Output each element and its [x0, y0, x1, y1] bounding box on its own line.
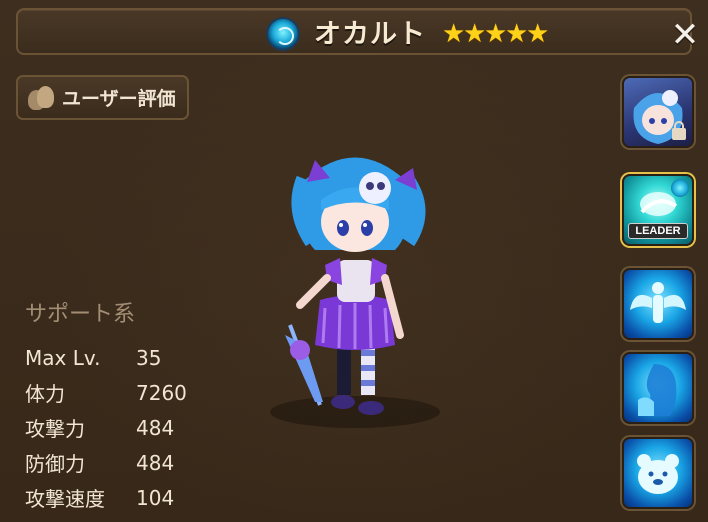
silhouette-icon: [638, 364, 677, 416]
stat-value: 104: [136, 485, 175, 510]
monster-character-image: [245, 140, 465, 440]
winged-figure-icon: [630, 282, 686, 323]
star-icon: ★: [505, 19, 529, 49]
star-icon: ★: [526, 19, 550, 49]
stat-row: 防御力 484: [25, 445, 187, 480]
skill-3-button[interactable]: [622, 437, 694, 509]
stat-row: 体力 7260: [25, 375, 187, 410]
stat-name: 防御力: [25, 452, 85, 476]
monster-type: サポート系: [25, 302, 136, 327]
stat-row: 攻撃速度 104: [25, 480, 187, 515]
users-icon: [28, 85, 54, 110]
user-rating-button[interactable]: ユーザー評価: [16, 75, 189, 120]
bear-face-icon: [637, 454, 679, 494]
close-button[interactable]: ✕: [668, 18, 702, 53]
lock-icon: [672, 121, 686, 140]
stat-name: 体力: [25, 382, 65, 406]
stat-row: Max Lv. 35: [25, 340, 187, 375]
star-rating: ★ ★ ★ ★ ★: [442, 19, 550, 52]
monster-name: オカルト: [314, 19, 426, 50]
stat-value: 35: [136, 345, 162, 370]
awakened-portrait-button[interactable]: [622, 76, 694, 148]
star-icon: ★: [442, 19, 466, 49]
stat-name: 攻撃速度: [25, 487, 105, 511]
leader-skill-button[interactable]: LEADER: [622, 174, 694, 246]
stat-row: 攻撃力 484: [25, 410, 187, 445]
skill-2-button[interactable]: [622, 352, 694, 424]
stat-value: 7260: [136, 380, 187, 405]
element-swirl-icon: [268, 19, 298, 49]
stat-value: 484: [136, 415, 175, 440]
stat-value: 484: [136, 450, 175, 475]
dark-swirl-icon: [671, 179, 689, 197]
stat-name: Max Lv.: [25, 345, 101, 370]
star-icon: ★: [484, 19, 508, 49]
star-icon: ★: [463, 19, 487, 49]
skill-1-button[interactable]: [622, 268, 694, 340]
stat-name: 攻撃力: [25, 417, 85, 441]
stats-panel: サポート系 Max Lv. 35 体力 7260 攻撃力 484 防御力 484…: [25, 296, 187, 515]
user-rating-label: ユーザー評価: [62, 88, 176, 110]
header-bar: オカルト ★ ★ ★ ★ ★ ✕: [16, 8, 699, 55]
leader-label: LEADER: [628, 223, 688, 239]
